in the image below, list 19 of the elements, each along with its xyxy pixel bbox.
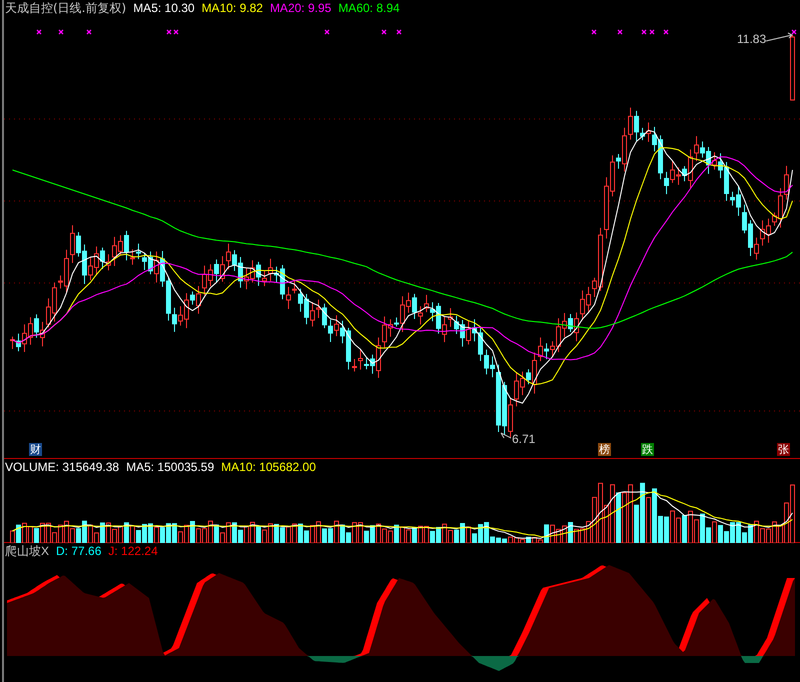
indicator-label: 爬山坡X <box>5 543 50 559</box>
indicator-label: MA5: 10.30 <box>133 0 195 16</box>
leader-line <box>766 32 793 42</box>
event-tag[interactable]: 张 <box>777 443 790 456</box>
indicator-label: VOLUME: 315649.38 <box>5 459 120 475</box>
indicator-label: MA5: 150035.59 <box>126 459 214 475</box>
price-label: 6.71 <box>512 432 536 446</box>
indicator-label: MA10: 105682.00 <box>221 459 316 475</box>
leader-line <box>500 432 512 438</box>
indicator-label: MA10: 9.82 <box>202 0 263 16</box>
event-tag[interactable]: 跌 <box>641 443 654 456</box>
event-tag[interactable]: 榜 <box>598 443 611 456</box>
indicator-label: D: 77.66 <box>56 543 102 559</box>
indicator-label: J: 122.24 <box>108 543 158 559</box>
indicator-label: MA20: 9.95 <box>270 0 332 16</box>
event-tag[interactable]: 财 <box>29 443 42 456</box>
price-label: 11.83 <box>737 32 766 46</box>
stock-title: 天成自控(日线.前复权) <box>5 0 126 16</box>
indicator-label: MA60: 8.94 <box>338 0 400 16</box>
